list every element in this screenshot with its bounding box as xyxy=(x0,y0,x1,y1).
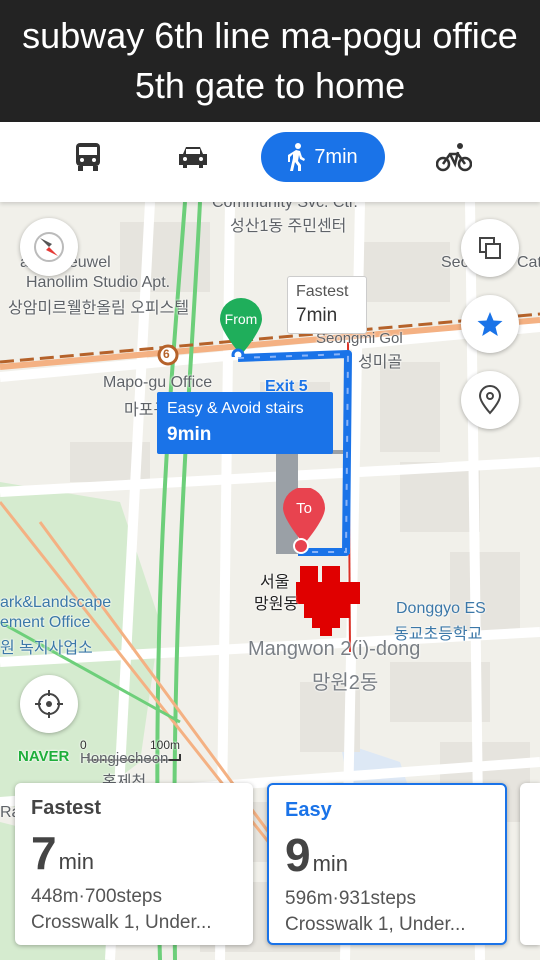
transport-mode-bar: 7min xyxy=(0,122,540,202)
pin-from-label: From xyxy=(224,311,258,327)
pin-to-icon xyxy=(283,487,325,554)
pin-from-icon xyxy=(220,298,262,362)
location-pin-icon xyxy=(478,385,502,415)
label-mapogu-office: Mapo-gu Office xyxy=(103,374,213,391)
route-time-number: 9 xyxy=(285,829,311,881)
origin-pin[interactable]: From xyxy=(218,297,264,362)
car-mode-tab[interactable] xyxy=(164,132,222,182)
star-icon xyxy=(477,312,503,336)
location-pin-button[interactable] xyxy=(461,371,519,429)
label-community: Community Svc. Ctr. xyxy=(212,202,358,211)
fastest-callout-title: Fastest xyxy=(296,283,349,300)
label-hanollim-ko: 상암미르웰한올림 오피스텔 xyxy=(8,300,190,317)
label-cat: Cat xyxy=(517,254,540,271)
label-seongsan: 성산1동 주민센터 xyxy=(230,218,347,235)
destination-pin[interactable]: To xyxy=(281,487,327,554)
bus-icon xyxy=(76,143,100,171)
route-card-distance: 448m·700steps xyxy=(31,886,237,908)
naver-logo: NAVER xyxy=(18,748,70,765)
fastest-callout[interactable]: Fastest 7min xyxy=(287,276,367,334)
scale-label: 100m xyxy=(150,738,181,752)
label-mangwon-short: 망원동 xyxy=(254,596,299,613)
route-card-fastest[interactable]: Fastest 7min 448m·700steps Crosswalk 1, … xyxy=(15,783,253,945)
route-card-summary: Crosswalk 1, Under... xyxy=(31,912,212,933)
route-card-title: Fastest xyxy=(31,797,102,819)
crosshair-icon xyxy=(35,690,63,718)
route-distance: 596m xyxy=(285,888,333,909)
walk-icon xyxy=(288,143,306,171)
label-mangwon-ko: 망원2동 xyxy=(312,672,379,694)
label-seongmi-ko: 성미골 xyxy=(358,354,403,371)
label-park-ko: 원 녹지사업소 xyxy=(0,640,93,657)
route-card-summary: Crosswalk 1, Under... xyxy=(285,914,466,935)
bike-mode-tab[interactable] xyxy=(430,132,478,182)
route-time-unit: min xyxy=(312,851,349,876)
compass-icon xyxy=(34,232,64,262)
label-donggyo: Donggyo ES xyxy=(396,600,486,617)
route-card-title: Easy xyxy=(285,799,332,821)
subway-line-number: 6 xyxy=(163,347,170,361)
route-steps: 700steps xyxy=(84,886,162,907)
label-park: ark&Landscape xyxy=(0,594,112,611)
easy-callout[interactable]: Easy & Avoid stairs 9min xyxy=(157,392,333,454)
route-distance: 448m xyxy=(31,886,79,907)
favorite-button[interactable] xyxy=(461,295,519,353)
car-icon xyxy=(179,147,207,168)
route-card-distance: 596m·931steps xyxy=(285,888,489,910)
easy-callout-time: 9min xyxy=(167,424,212,445)
caption-banner: subway 6th line ma-pogu office 5th gate … xyxy=(0,0,540,122)
label-mangwon: Mangwon 2(i)-dong xyxy=(248,638,421,660)
route-time-number: 7 xyxy=(31,827,57,879)
route-card-easy[interactable]: Easy 9min 596m·931steps Crosswalk 1, Und… xyxy=(267,783,507,945)
scale-zero: 0 xyxy=(80,738,87,752)
compass-button[interactable] xyxy=(20,218,78,276)
bike-icon xyxy=(436,143,472,172)
label-hanollim: Hanollim Studio Apt. xyxy=(26,274,171,291)
caption-line-2: 5th gate to home xyxy=(134,65,406,106)
walk-duration: 7min xyxy=(314,145,358,168)
easy-callout-title: Easy & Avoid stairs xyxy=(167,400,304,417)
route-card-time: 7min xyxy=(31,826,237,880)
route-time-unit: min xyxy=(58,849,95,874)
route-card-time: 9min xyxy=(285,828,489,882)
caption-line-1: subway 6th line ma-pogu office xyxy=(22,15,518,56)
label-mgmt: ement Office xyxy=(0,614,91,631)
pin-to-label: To xyxy=(296,500,312,517)
route-card-peek[interactable] xyxy=(520,783,540,945)
route-steps: 931steps xyxy=(338,888,416,909)
bus-mode-tab[interactable] xyxy=(60,132,116,182)
layers-button[interactable] xyxy=(461,219,519,277)
label-hongjecheon: Hongjecheon xyxy=(80,750,169,767)
label-seoul: 서울 xyxy=(260,574,290,591)
fastest-callout-time: 7min xyxy=(296,305,338,326)
walk-mode-tab[interactable]: 7min xyxy=(261,132,385,182)
my-location-button[interactable] xyxy=(20,675,78,733)
layers-icon xyxy=(479,237,501,259)
